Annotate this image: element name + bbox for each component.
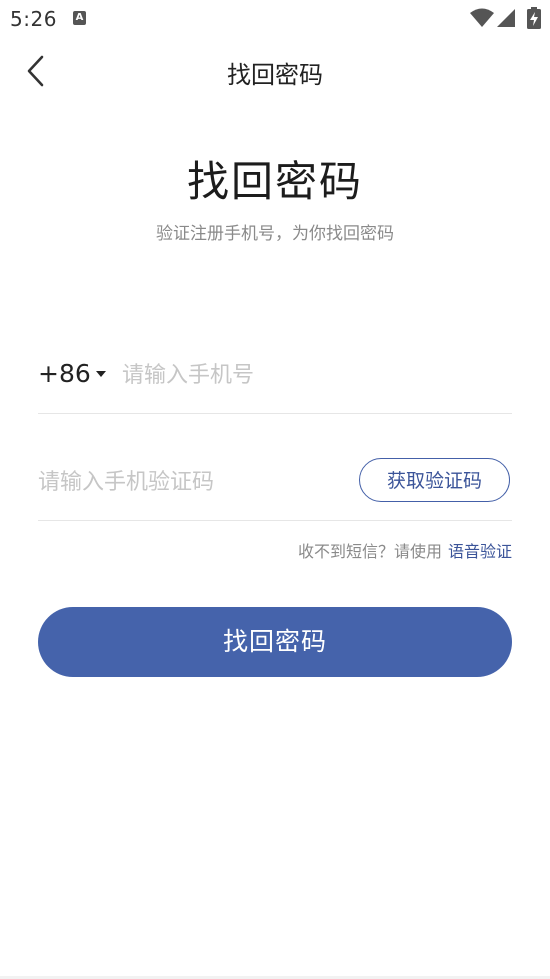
app-bar-title: 找回密码	[227, 61, 323, 89]
text-a-icon: A	[73, 11, 86, 25]
country-code-selector[interactable]: +86	[38, 359, 91, 388]
page-heading: 找回密码	[186, 157, 363, 206]
voice-hint: 收不到短信？请使用 语音验证	[298, 538, 512, 562]
get-code-button[interactable]: 获取验证码	[359, 458, 510, 502]
voice-hint-text: 收不到短信？请使用	[297, 542, 442, 561]
code-row: 获取验证码	[38, 450, 512, 521]
battery-charging-icon	[527, 7, 541, 29]
page-subtitle: 验证注册手机号，为你找回密码	[156, 224, 394, 244]
phone-input[interactable]	[122, 357, 502, 393]
status-bar: 5:26 A	[0, 0, 550, 38]
signal-icon	[497, 9, 515, 27]
voice-verification-link[interactable]: 语音验证	[448, 542, 512, 561]
caret-down-icon[interactable]	[96, 371, 106, 377]
phone-row: +86	[38, 345, 512, 414]
verification-code-input[interactable]	[38, 464, 338, 500]
app-bar: 找回密码	[0, 38, 550, 108]
wifi-icon	[470, 8, 494, 27]
status-time: 5:26	[10, 7, 57, 31]
submit-button[interactable]: 找回密码	[38, 607, 512, 677]
